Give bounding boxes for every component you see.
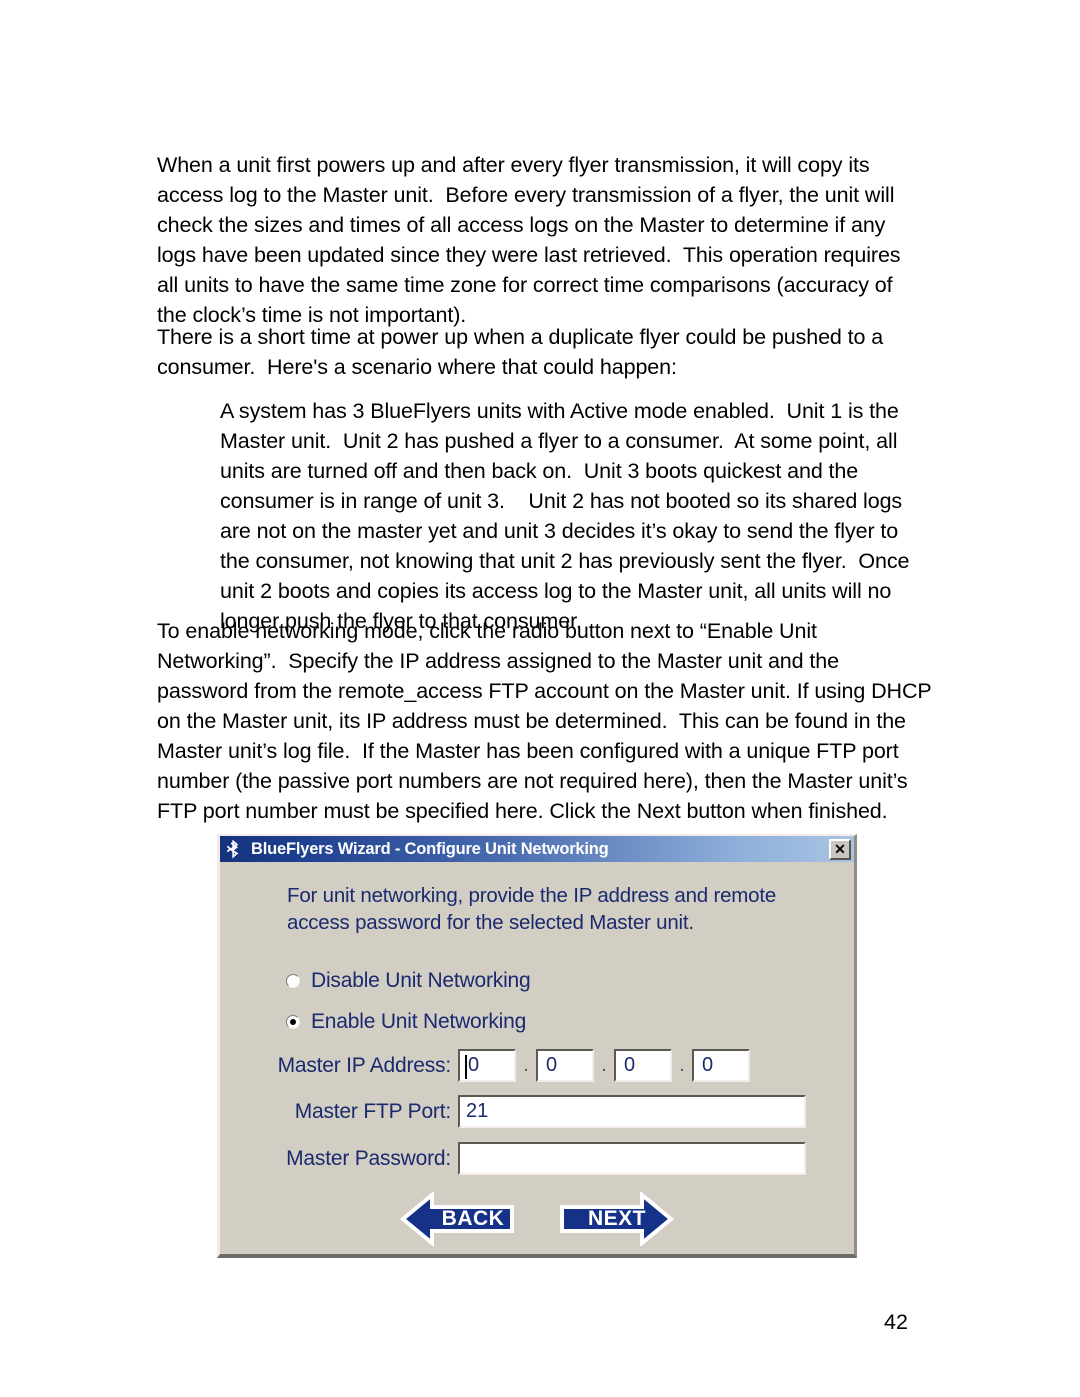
master-ftp-port-input[interactable]: 21 xyxy=(458,1095,806,1128)
close-icon[interactable]: ✕ xyxy=(829,838,851,860)
master-ip-address-row: Master IP Address: 0 . 0 . 0 . 0 xyxy=(220,1049,750,1082)
paragraph-1: When a unit first powers up and after ev… xyxy=(157,153,907,327)
next-button[interactable]: NEXT xyxy=(558,1192,676,1246)
ip-separator-1: . xyxy=(523,1054,529,1076)
dialog-body: For unit networking, provide the IP addr… xyxy=(220,862,854,1254)
master-password-input[interactable] xyxy=(458,1142,806,1175)
radio-option-disable-unit-networking[interactable]: Disable Unit Networking xyxy=(286,969,531,993)
ip-octet-2-input[interactable]: 0 xyxy=(536,1049,594,1082)
ip-separator-3: . xyxy=(679,1054,685,1076)
ip-octet-4-input[interactable]: 0 xyxy=(692,1049,750,1082)
radio-button-unselected[interactable] xyxy=(286,974,300,988)
back-button[interactable]: BACK xyxy=(398,1192,516,1246)
ip-octet-1-input[interactable]: 0 xyxy=(458,1049,516,1082)
radio-option-enable-unit-networking[interactable]: Enable Unit Networking xyxy=(286,1010,526,1034)
ip-octet-2-value: 0 xyxy=(546,1054,558,1076)
bluetooth-icon xyxy=(224,839,244,859)
ip-octet-1-value: 0 xyxy=(468,1054,480,1076)
wizard-navigation-buttons: BACK NEXT xyxy=(220,1192,854,1246)
instruction-text: For unit networking, provide the IP addr… xyxy=(287,884,782,934)
master-password-label: Master Password: xyxy=(286,1146,451,1170)
master-ftp-port-row: Master FTP Port: 21 xyxy=(220,1095,806,1128)
master-ip-address-label: Master IP Address: xyxy=(277,1053,452,1077)
paragraph-3-indented: A system has 3 BlueFlyers units with Act… xyxy=(220,399,916,633)
dialog-title: BlueFlyers Wizard - Configure Unit Netwo… xyxy=(251,839,609,858)
text-caret xyxy=(465,1055,467,1079)
master-ftp-port-label: Master FTP Port: xyxy=(294,1099,451,1123)
radio-label-disable: Disable Unit Networking xyxy=(311,969,531,992)
radio-button-selected[interactable] xyxy=(286,1015,300,1029)
ip-separator-2: . xyxy=(601,1054,607,1076)
radio-label-enable: Enable Unit Networking xyxy=(311,1010,527,1033)
document-page: When a unit first powers up and after ev… xyxy=(0,0,1080,1397)
paragraph-4: To enable networking mode, click the rad… xyxy=(157,619,938,823)
dialog-title-bar[interactable]: BlueFlyers Wizard - Configure Unit Netwo… xyxy=(220,836,854,862)
master-password-row: Master Password: xyxy=(220,1142,806,1175)
ip-octet-3-value: 0 xyxy=(624,1054,636,1076)
ip-octet-3-input[interactable]: 0 xyxy=(614,1049,672,1082)
blueflyers-wizard-dialog: BlueFlyers Wizard - Configure Unit Netwo… xyxy=(217,834,857,1258)
paragraph-2: There is a short time at power up when a… xyxy=(157,325,889,379)
page-number: 42 xyxy=(884,1310,908,1334)
master-ftp-port-value: 21 xyxy=(466,1100,489,1122)
ip-octet-4-value: 0 xyxy=(702,1054,714,1076)
